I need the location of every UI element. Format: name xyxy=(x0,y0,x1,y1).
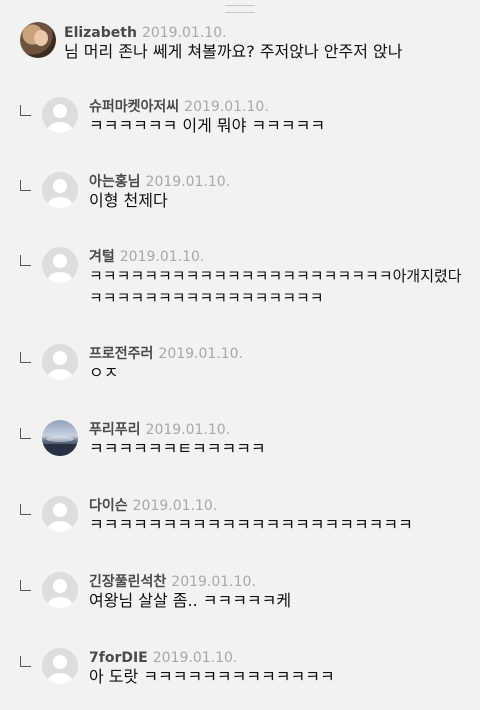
reply-arrow-icon xyxy=(20,105,31,116)
reply-arrow-icon xyxy=(20,580,31,591)
comment-author[interactable]: 긴장풀린석찬 xyxy=(89,574,166,590)
comment-text: ㅇㅈ xyxy=(89,363,119,382)
comment-text: 님 머리 존나 쎄게 쳐볼까요? 주저앉나 안주저 앉나 xyxy=(64,42,403,61)
comment-date: 2019.01.10. xyxy=(132,498,218,514)
comment-text: ㅋㅋㅋㅋㅋㅋ 이게 뭐야 ㅋㅋㅋㅋㅋ xyxy=(89,116,326,135)
reply-arrow-icon xyxy=(20,428,31,439)
default-avatar-icon[interactable] xyxy=(42,648,78,684)
comment-date: 2019.01.10. xyxy=(141,25,227,41)
comment-text: ㅋㅋㅋㅋㅋㅋㅌㅋㅋㅋㅋㅋ xyxy=(89,439,266,458)
comment-text: ㅋㅋㅋㅋㅋㅋㅋㅋㅋㅋㅋㅋㅋㅋㅋㅋㅋㅋㅋㅋㅋㅋ xyxy=(89,515,413,534)
drag-handle[interactable] xyxy=(225,5,255,13)
comment-text-line1: ㅋㅋㅋㅋㅋㅋㅋㅋㅋㅋㅋㅋㅋㅋㅋㅋㅋㅋㅋㅋㅋㅋ아개지렸다 xyxy=(89,267,462,285)
comment-date: 2019.01.10. xyxy=(158,346,244,362)
comment-text: 아 도랏 ㅋㅋㅋㅋㅋㅋㅋㅋㅋㅋㅋㅋㅋ xyxy=(89,667,335,686)
comment-text-line2: ㅋㅋㅋㅋㅋㅋㅋㅋㅋㅋㅋㅋㅋㅋㅋㅋㅋ xyxy=(89,289,324,307)
comment-date: 2019.01.10. xyxy=(152,650,238,666)
comment-meta: 슈퍼마켓아저씨 2019.01.10. xyxy=(89,98,269,116)
reply-arrow-icon xyxy=(20,255,31,266)
comment-meta: 다이슨 2019.01.10. xyxy=(89,497,217,515)
comment-meta: 프로전주러 2019.01.10. xyxy=(89,345,243,363)
comment-text: 여왕님 살살 좀.. ㅋㅋㅋㅋㅋ케 xyxy=(89,591,292,610)
comment-meta: Elizabeth 2019.01.10. xyxy=(64,24,227,42)
default-avatar-icon[interactable] xyxy=(42,572,78,608)
comment-meta: 아는홍님 2019.01.10. xyxy=(89,173,230,191)
reply-arrow-icon xyxy=(20,504,31,515)
comment-meta: 긴장풀린석찬 2019.01.10. xyxy=(89,573,256,591)
reply-arrow-icon xyxy=(20,180,31,191)
landscape-photo-avatar[interactable] xyxy=(42,420,78,456)
comment-date: 2019.01.10. xyxy=(184,99,269,115)
comment-meta: 7forDIE 2019.01.10. xyxy=(89,649,237,667)
comment-author[interactable]: 아는홍님 xyxy=(89,174,141,190)
author-avatar[interactable] xyxy=(20,22,56,58)
comment-date: 2019.01.10. xyxy=(145,422,231,438)
reply-arrow-icon xyxy=(20,352,31,363)
default-avatar-icon[interactable] xyxy=(42,172,78,208)
default-avatar-icon[interactable] xyxy=(42,344,78,380)
comment-author[interactable]: 슈퍼마켓아저씨 xyxy=(89,99,179,115)
default-avatar-icon[interactable] xyxy=(42,97,78,133)
comment-date: 2019.01.10. xyxy=(171,574,256,590)
comment-author[interactable]: 프로전주러 xyxy=(89,346,153,362)
comment-author[interactable]: 7forDIE xyxy=(89,650,148,666)
comment-text: 이형 천제다 xyxy=(89,191,168,210)
comment-author[interactable]: 겨털 xyxy=(89,249,115,265)
comment-meta: 푸리푸리 2019.01.10. xyxy=(89,421,230,439)
comment-author[interactable]: 다이슨 xyxy=(89,498,128,514)
reply-arrow-icon xyxy=(20,656,31,667)
comment-author[interactable]: Elizabeth xyxy=(64,25,137,41)
comment-author[interactable]: 푸리푸리 xyxy=(89,422,141,438)
default-avatar-icon[interactable] xyxy=(42,496,78,532)
comment-date: 2019.01.10. xyxy=(145,174,231,190)
default-avatar-icon[interactable] xyxy=(42,247,78,283)
comment-meta: 겨털 2019.01.10. xyxy=(89,248,204,266)
comment-date: 2019.01.10. xyxy=(119,249,205,265)
